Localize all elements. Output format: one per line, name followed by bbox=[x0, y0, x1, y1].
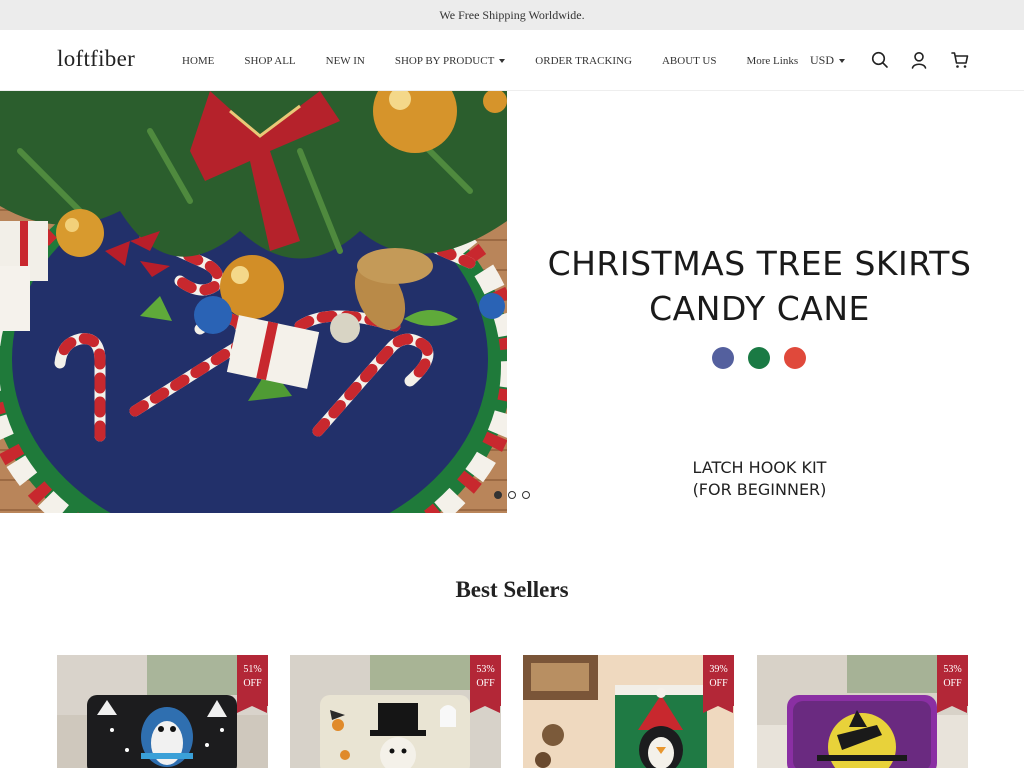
currency-label: USD bbox=[810, 53, 835, 67]
discount-badge: 39% OFF bbox=[703, 655, 734, 713]
slide-dot-1[interactable] bbox=[494, 491, 502, 499]
announcement-text: We Free Shipping Worldwide. bbox=[439, 7, 585, 22]
swatch-blue[interactable] bbox=[712, 347, 734, 369]
nav-shop-by-product[interactable]: SHOP BY PRODUCT bbox=[394, 54, 506, 67]
hero-title-line1: CHRISTMAS TREE SKIRTS bbox=[547, 244, 972, 283]
nav-more-links[interactable]: More Links bbox=[746, 55, 798, 67]
nav-home[interactable]: HOME bbox=[182, 55, 214, 67]
currency-selector[interactable]: USD bbox=[810, 30, 846, 91]
main-nav: HOME SHOP ALL NEW IN SHOP BY PRODUCT ORD… bbox=[182, 30, 828, 91]
discount-percent: 51% bbox=[243, 664, 262, 675]
discount-badge: 53% OFF bbox=[937, 655, 968, 713]
slide-dot-3[interactable] bbox=[522, 491, 530, 499]
best-sellers-title: Best Sellers bbox=[455, 577, 569, 602]
product-card[interactable]: 51% OFF bbox=[57, 655, 268, 768]
discount-off: OFF bbox=[943, 678, 962, 689]
discount-percent: 53% bbox=[476, 664, 495, 675]
account-icon[interactable] bbox=[909, 50, 929, 70]
nav-shop-all[interactable]: SHOP ALL bbox=[244, 55, 295, 67]
slide-dot-2[interactable] bbox=[508, 491, 516, 499]
swatch-red[interactable] bbox=[784, 347, 806, 369]
product-card[interactable]: 53% OFF bbox=[290, 655, 501, 768]
chevron-down-icon bbox=[839, 58, 846, 63]
color-swatches bbox=[712, 347, 820, 369]
discount-off: OFF bbox=[243, 678, 262, 689]
discount-off: OFF bbox=[476, 678, 495, 689]
slider-dots bbox=[494, 491, 536, 499]
nav-about-us[interactable]: ABOUT US bbox=[662, 55, 717, 67]
hero-subtitle: LATCH HOOK KIT (FOR BEGINNER) bbox=[507, 457, 1012, 501]
hero-slider: CHRISTMAS TREE SKIRTS CANDY CANE LATCH H… bbox=[0, 91, 1024, 513]
discount-percent: 39% bbox=[709, 664, 728, 675]
site-header: loftfiber HOME SHOP ALL NEW IN SHOP BY P… bbox=[0, 30, 1024, 91]
hero-subtitle-line1: LATCH HOOK KIT bbox=[692, 458, 827, 477]
hero-image-tree-skirt[interactable] bbox=[0, 91, 507, 513]
chevron-down-icon bbox=[499, 58, 506, 63]
nav-new-in[interactable]: NEW IN bbox=[326, 55, 365, 67]
nav-order-tracking[interactable]: ORDER TRACKING bbox=[535, 55, 632, 67]
announcement-bar: We Free Shipping Worldwide. bbox=[0, 0, 1024, 30]
hero-title-line2: CANDY CANE bbox=[649, 289, 870, 328]
search-icon[interactable] bbox=[870, 50, 890, 70]
discount-badge: 51% OFF bbox=[237, 655, 268, 713]
discount-badge: 53% OFF bbox=[470, 655, 501, 713]
discount-percent: 53% bbox=[943, 664, 962, 675]
product-card[interactable]: 39% OFF bbox=[523, 655, 734, 768]
hero-title: CHRISTMAS TREE SKIRTS CANDY CANE bbox=[507, 241, 1012, 331]
discount-off: OFF bbox=[709, 678, 728, 689]
hero-subtitle-line2: (FOR BEGINNER) bbox=[692, 480, 827, 499]
swatch-green[interactable] bbox=[748, 347, 770, 369]
brand-logo[interactable]: loftfiber bbox=[57, 46, 135, 72]
nav-shop-by-product-label: SHOP BY PRODUCT bbox=[394, 54, 495, 67]
cart-icon[interactable] bbox=[950, 50, 970, 70]
product-card[interactable]: 53% OFF bbox=[757, 655, 968, 768]
